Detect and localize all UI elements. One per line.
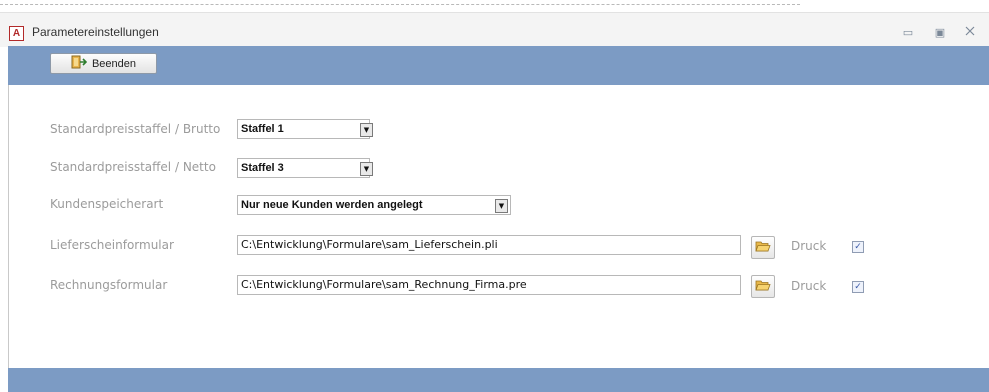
kundenspeicherart-value: Nur neue Kunden werden angelegt: [241, 199, 423, 211]
kundenspeicherart-combobox[interactable]: Nur neue Kunden werden angelegt: [237, 195, 511, 215]
close-button[interactable]: [962, 26, 978, 40]
lieferschein-druck-checkbox[interactable]: ✓: [852, 241, 864, 253]
restore-icon: ▣: [934, 26, 946, 39]
rechnung-druck-checkbox[interactable]: ✓: [852, 281, 864, 293]
rechnungsformular-label: Rechnungsformular: [50, 278, 168, 292]
kundenspeicherart-dropdown-button[interactable]: ▼: [495, 199, 508, 213]
form-area: Standardpreisstaffel / Brutto Staffel 1 …: [8, 85, 989, 368]
brutto-label: Standardpreisstaffel / Brutto: [50, 122, 221, 136]
close-icon: [965, 26, 975, 39]
netto-combobox[interactable]: Staffel 3: [237, 158, 370, 178]
netto-value: Staffel 3: [241, 162, 284, 174]
chevron-down-icon: ▼: [498, 202, 505, 210]
brutto-dropdown-button[interactable]: ▼: [360, 123, 373, 137]
checkmark-icon: ✓: [854, 242, 862, 252]
window-titlebar: A Parametereinstellungen ▭ ▣: [0, 12, 989, 47]
minimize-icon: ▭: [902, 26, 914, 39]
checkmark-icon: ✓: [854, 282, 862, 292]
lieferschein-browse-button[interactable]: [751, 236, 775, 259]
brutto-value: Staffel 1: [241, 123, 284, 135]
chevron-down-icon: ▼: [363, 126, 370, 134]
lieferschein-druck-label: Druck: [791, 239, 827, 253]
rechnungsformular-input[interactable]: C:\Entwicklung\Formulare\sam_Rechnung_Fi…: [237, 275, 741, 295]
lieferscheinformular-label: Lieferscheinformular: [50, 238, 174, 252]
brutto-combobox[interactable]: Staffel 1: [237, 119, 370, 139]
rechnung-druck-label: Druck: [791, 279, 827, 293]
netto-label: Standardpreisstaffel / Netto: [50, 160, 216, 174]
folder-open-icon: [755, 238, 771, 257]
restore-button[interactable]: ▣: [932, 26, 948, 40]
rechnungsformular-value: C:\Entwicklung\Formulare\sam_Rechnung_Fi…: [241, 278, 527, 291]
exit-door-icon: [71, 55, 88, 72]
lieferscheinformular-input[interactable]: C:\Entwicklung\Formulare\sam_Lieferschei…: [237, 235, 741, 255]
beenden-label: Beenden: [91, 57, 137, 70]
app-icon: A: [9, 26, 24, 41]
chevron-down-icon: ▼: [363, 165, 370, 173]
lieferscheinformular-value: C:\Entwicklung\Formulare\sam_Lieferschei…: [241, 238, 498, 251]
rechnung-browse-button[interactable]: [751, 275, 775, 298]
toolbar: Beenden: [8, 46, 989, 85]
window-title: Parametereinstellungen: [32, 25, 159, 39]
bottom-bar: [8, 368, 989, 392]
minimize-button[interactable]: ▭: [900, 26, 916, 40]
kundenspeicherart-label: Kundenspeicherart: [50, 197, 164, 211]
netto-dropdown-button[interactable]: ▼: [360, 162, 373, 176]
top-edge: [0, 0, 989, 8]
beenden-button[interactable]: Beenden: [50, 53, 157, 74]
folder-open-icon: [755, 277, 771, 296]
